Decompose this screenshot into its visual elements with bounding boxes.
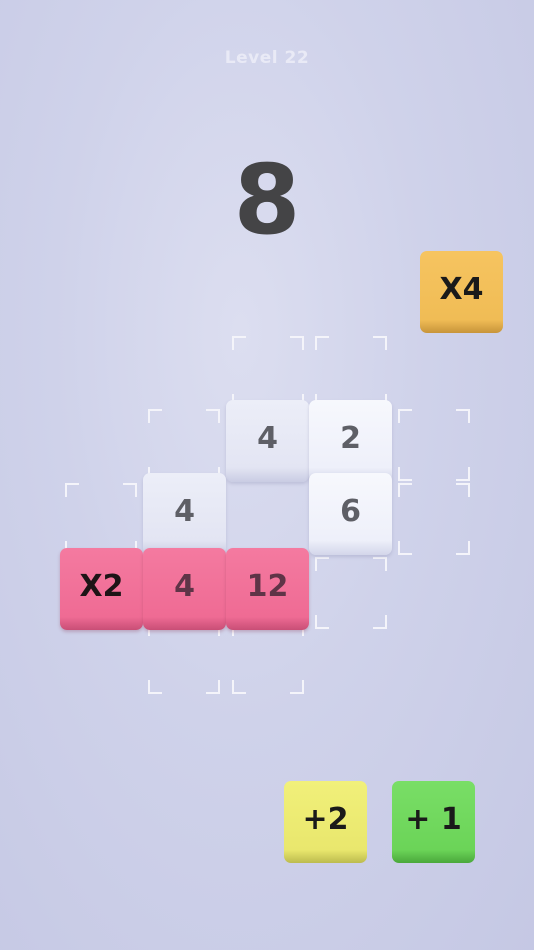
board-number-tile[interactable]: 12 <box>226 548 309 630</box>
board-number-tile[interactable]: 4 <box>226 400 309 482</box>
level-label: Level 22 <box>224 48 310 68</box>
target-number: 8 <box>233 144 301 256</box>
tray-add-two-tile[interactable]: +2 <box>284 781 367 863</box>
tray-add-one-tile[interactable]: + 1 <box>392 781 475 863</box>
empty-slot[interactable] <box>315 557 387 629</box>
empty-slot[interactable] <box>148 409 220 481</box>
empty-slot[interactable] <box>65 483 137 555</box>
board-number-tile[interactable]: 4 <box>143 473 226 555</box>
board-number-tile[interactable]: 2 <box>309 400 392 482</box>
empty-slot[interactable] <box>398 483 470 555</box>
empty-slot[interactable] <box>232 622 304 694</box>
board-number-tile[interactable]: 6 <box>309 473 392 555</box>
empty-slot[interactable] <box>398 409 470 481</box>
empty-slot[interactable] <box>148 622 220 694</box>
empty-slot[interactable] <box>315 336 387 408</box>
board-multiplier-tile[interactable]: X2 <box>60 548 143 630</box>
held-multiplier-tile[interactable]: X4 <box>420 251 503 333</box>
empty-slot[interactable] <box>232 336 304 408</box>
board-number-tile[interactable]: 4 <box>143 548 226 630</box>
